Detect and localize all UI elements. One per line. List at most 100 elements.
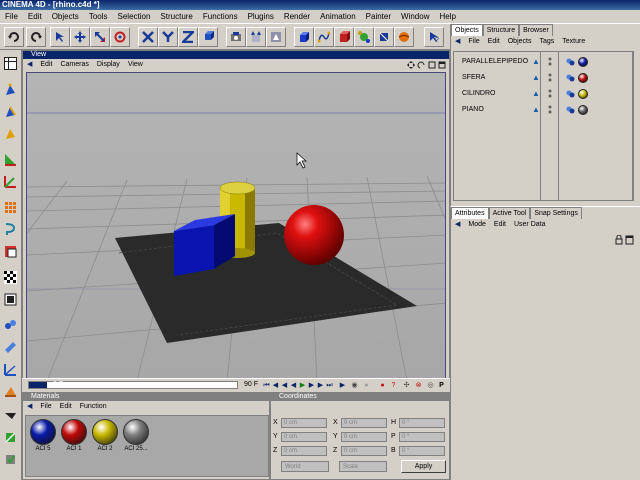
materials-menu-file[interactable]: File <box>40 401 51 413</box>
menu-plugins[interactable]: Plugins <box>243 10 279 23</box>
material-swatch[interactable]: ACI 25... <box>121 418 151 454</box>
objects-menu-edit[interactable]: Edit <box>488 36 500 48</box>
menu-selection[interactable]: Selection <box>113 10 156 23</box>
points-mode-button[interactable] <box>1 80 21 100</box>
attributes-menu-mode[interactable]: Mode <box>468 219 486 231</box>
object-axis-button[interactable] <box>1 172 21 192</box>
x-axis-button[interactable] <box>138 27 158 47</box>
size-x-field[interactable]: 0 cm <box>341 418 387 428</box>
view-menu-cameras[interactable]: Cameras <box>60 59 88 71</box>
tab-active-tool[interactable]: Active Tool <box>488 207 531 219</box>
camera-button[interactable] <box>226 27 246 47</box>
material-tag[interactable] <box>578 57 588 67</box>
visibility-dots-icon[interactable] <box>548 57 552 66</box>
polygons-mode-button[interactable] <box>1 124 21 144</box>
animation-button[interactable] <box>1 290 21 310</box>
timeline-slider[interactable]: 0 F <box>28 381 238 389</box>
list-item[interactable]: SFERA ▲ <box>454 70 634 86</box>
material-tag[interactable] <box>578 73 588 83</box>
rotation-b-field[interactable]: 0 ° <box>399 446 445 456</box>
key-scale-icon[interactable]: ⊗ <box>414 381 423 390</box>
prev-frame-icon[interactable]: ◀ <box>280 381 289 390</box>
objects-scrollbar[interactable] <box>633 51 639 201</box>
visibility-dots-icon[interactable] <box>548 105 552 114</box>
key-rotate-icon[interactable]: ◎ <box>426 381 435 390</box>
size-y-field[interactable]: 0 cm <box>341 432 387 442</box>
position-x-field[interactable]: 0 cm <box>281 418 327 428</box>
bone-button[interactable] <box>1 316 21 336</box>
settings-button[interactable] <box>1 450 21 470</box>
deform-tool-button[interactable] <box>1 406 21 426</box>
list-item[interactable]: PIANO ▲ <box>454 102 634 118</box>
material-swatch[interactable]: ACI 2 <box>90 418 120 454</box>
go-start-icon[interactable]: ⏮ <box>262 381 271 390</box>
tab-browser[interactable]: Browser <box>519 24 553 36</box>
list-item[interactable]: PARALLELEPIPEDO ▲ <box>454 54 634 70</box>
menu-file[interactable]: File <box>0 10 23 23</box>
texture-mode-button[interactable] <box>1 150 21 170</box>
menu-functions[interactable]: Functions <box>198 10 243 23</box>
scale-tool-button[interactable] <box>90 27 110 47</box>
array-button[interactable] <box>354 27 374 47</box>
play-back-icon[interactable]: ◀ <box>289 381 298 390</box>
light-button[interactable] <box>394 27 414 47</box>
prev-key-icon[interactable]: ◀ <box>271 381 280 390</box>
position-z-field[interactable]: 0 cm <box>281 446 327 456</box>
rotation-h-field[interactable]: 0 ° <box>399 418 445 428</box>
material-tag[interactable] <box>578 89 588 99</box>
texture-tag-icon[interactable] <box>566 106 575 114</box>
materials-menu-edit[interactable]: Edit <box>60 401 72 413</box>
texture-tag-icon[interactable] <box>566 74 575 82</box>
redo-button[interactable] <box>26 27 46 47</box>
menu-window[interactable]: Window <box>396 10 434 23</box>
view-menu-view[interactable]: View <box>128 59 143 71</box>
surface-button[interactable] <box>1 338 21 358</box>
undo-button[interactable] <box>4 27 24 47</box>
key-record-icon[interactable]: ● <box>378 381 387 390</box>
world-axis-button[interactable] <box>198 27 218 47</box>
checker-button[interactable] <box>1 268 21 288</box>
deformer-button[interactable] <box>374 27 394 47</box>
menu-render[interactable]: Render <box>279 10 315 23</box>
menu-structure[interactable]: Structure <box>155 10 197 23</box>
coordinate-mode-select[interactable]: World <box>281 461 329 472</box>
materials-menu-function[interactable]: Function <box>80 401 107 413</box>
visibility-dots-icon[interactable] <box>548 73 552 82</box>
tab-snap-settings[interactable]: Snap Settings <box>530 207 582 219</box>
autokey-icon[interactable]: ● <box>362 381 371 390</box>
paint-button[interactable] <box>1 242 21 262</box>
tab-attributes[interactable]: Attributes <box>451 207 489 219</box>
objects-menu-objects[interactable]: Objects <box>508 36 532 48</box>
loop-icon[interactable]: ▶ <box>338 381 347 390</box>
menu-help[interactable]: Help <box>434 10 460 23</box>
sculpt-button[interactable] <box>1 428 21 448</box>
attributes-menu-user-data[interactable]: User Data <box>514 219 546 231</box>
menu-objects[interactable]: Objects <box>47 10 84 23</box>
rotation-p-field[interactable]: 0 ° <box>399 432 445 442</box>
menu-tools[interactable]: Tools <box>84 10 113 23</box>
attributes-menu-edit[interactable]: Edit <box>494 219 506 231</box>
texture-tag-icon[interactable] <box>566 90 575 98</box>
size-z-field[interactable]: 0 cm <box>341 446 387 456</box>
view-nav-icons[interactable] <box>407 60 447 70</box>
record-icon[interactable]: ◉ <box>350 381 359 390</box>
nurbs-button[interactable] <box>334 27 354 47</box>
objects-menu-file[interactable]: File <box>468 36 479 48</box>
view-menu-edit[interactable]: Edit <box>40 59 52 71</box>
objects-menu-tags[interactable]: Tags <box>539 36 554 48</box>
camera-tool-button[interactable] <box>1 360 21 380</box>
layout-button[interactable] <box>1 54 21 74</box>
tab-objects[interactable]: Objects <box>451 24 483 36</box>
go-end-icon[interactable]: ⏭ <box>325 381 334 390</box>
model-tool-button[interactable] <box>1 198 21 218</box>
next-key-icon[interactable]: ▶ <box>316 381 325 390</box>
objects-menu-texture[interactable]: Texture <box>562 36 585 48</box>
menu-painter[interactable]: Painter <box>361 10 396 23</box>
texture-tag-icon[interactable] <box>566 58 575 66</box>
apply-button[interactable]: Apply <box>401 460 446 473</box>
select-tool-button[interactable] <box>50 27 70 47</box>
cube-button[interactable] <box>294 27 314 47</box>
visibility-dots-icon[interactable] <box>548 89 552 98</box>
material-swatch[interactable]: ACI 5 <box>28 418 58 454</box>
play-icon[interactable]: ▶ <box>298 381 307 390</box>
